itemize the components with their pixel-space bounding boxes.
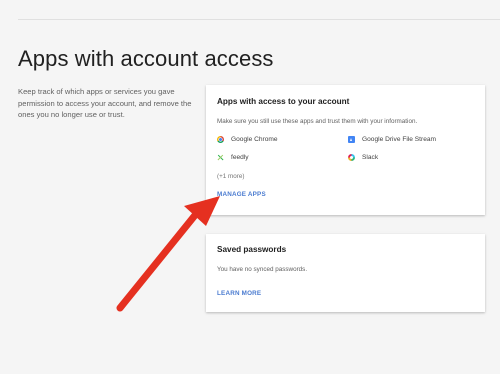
app-item-feedly[interactable]: feedly (217, 154, 249, 161)
passwords-card-description: You have no synced passwords. (217, 266, 308, 273)
app-item-slack[interactable]: Slack (348, 154, 378, 161)
feedly-icon (217, 154, 224, 161)
top-divider (18, 19, 500, 20)
more-apps-count: (+1 more) (217, 173, 245, 180)
page-title: Apps with account access (18, 46, 274, 71)
apps-card-title: Apps with access to your account (217, 97, 350, 106)
arrow-shaft (116, 210, 200, 312)
app-name: Google Chrome (231, 136, 278, 143)
slack-icon (348, 154, 355, 161)
manage-apps-link[interactable]: MANAGE APPS (217, 191, 266, 198)
passwords-card-title: Saved passwords (217, 245, 287, 254)
learn-more-link[interactable]: LEARN MORE (217, 290, 261, 297)
app-name: feedly (231, 154, 249, 161)
app-item-google-chrome[interactable]: Google Chrome (217, 136, 278, 143)
app-name: Google Drive File Stream (362, 136, 437, 143)
apps-access-card: Apps with access to your account Make su… (206, 85, 485, 215)
apps-card-description: Make sure you still use these apps and t… (217, 118, 418, 125)
saved-passwords-card: Saved passwords You have no synced passw… (206, 234, 485, 312)
app-item-google-drive-file-stream[interactable]: Google Drive File Stream (348, 136, 436, 143)
drive-icon (348, 136, 355, 143)
intro-text: Keep track of which apps or services you… (18, 87, 192, 119)
app-name: Slack (362, 154, 379, 161)
chrome-icon (217, 136, 224, 143)
